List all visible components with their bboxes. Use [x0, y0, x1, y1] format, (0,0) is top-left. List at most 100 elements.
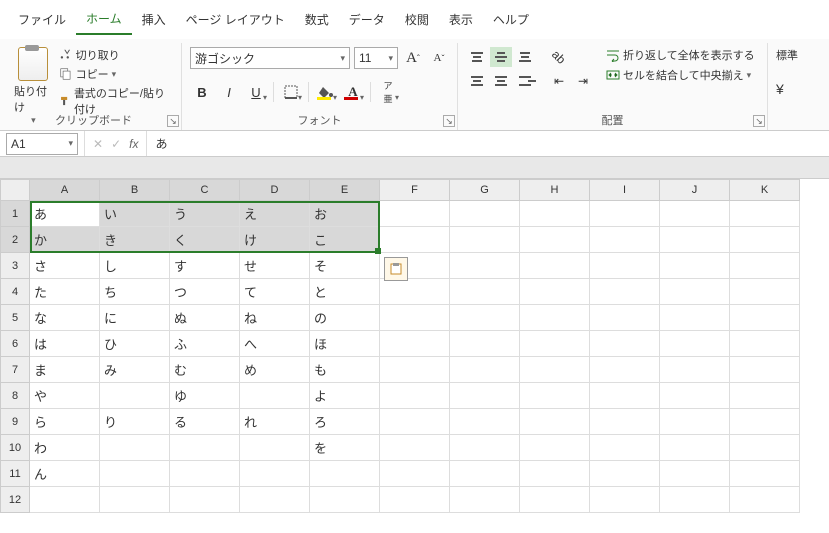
column-header-K[interactable]: K: [730, 179, 800, 201]
menu-item-home[interactable]: ホーム: [76, 4, 132, 35]
align-left-button[interactable]: [466, 71, 488, 91]
cell[interactable]: き: [100, 227, 170, 253]
cell[interactable]: [660, 409, 730, 435]
cell[interactable]: [730, 435, 800, 461]
cell[interactable]: [590, 409, 660, 435]
column-header-A[interactable]: A: [30, 179, 100, 201]
cell[interactable]: [240, 435, 310, 461]
cell[interactable]: [660, 305, 730, 331]
cell[interactable]: み: [100, 357, 170, 383]
cell[interactable]: [450, 253, 520, 279]
cell[interactable]: [380, 409, 450, 435]
cell[interactable]: ま: [30, 357, 100, 383]
align-middle-button[interactable]: [490, 47, 512, 67]
row-header-12[interactable]: 12: [0, 487, 30, 513]
cell[interactable]: [660, 435, 730, 461]
cell[interactable]: な: [30, 305, 100, 331]
phonetic-button[interactable]: ア亜: [376, 81, 400, 103]
cell[interactable]: [380, 305, 450, 331]
name-box[interactable]: A1 ▾: [6, 133, 78, 155]
row-header-4[interactable]: 4: [0, 279, 30, 305]
cell[interactable]: ろ: [310, 409, 380, 435]
cell[interactable]: [380, 461, 450, 487]
row-header-3[interactable]: 3: [0, 253, 30, 279]
cell[interactable]: [380, 357, 450, 383]
cell[interactable]: [730, 461, 800, 487]
cell[interactable]: [520, 305, 590, 331]
menu-item-help[interactable]: ヘルプ: [483, 5, 539, 34]
cell[interactable]: [730, 227, 800, 253]
cell[interactable]: [730, 487, 800, 513]
cell[interactable]: [590, 253, 660, 279]
cell[interactable]: [450, 201, 520, 227]
cell[interactable]: す: [170, 253, 240, 279]
cell[interactable]: [170, 487, 240, 513]
cell[interactable]: [450, 357, 520, 383]
cell[interactable]: [240, 383, 310, 409]
cell[interactable]: [450, 305, 520, 331]
row-header-10[interactable]: 10: [0, 435, 30, 461]
cell[interactable]: ゆ: [170, 383, 240, 409]
align-bottom-button[interactable]: [514, 47, 536, 67]
cell[interactable]: け: [240, 227, 310, 253]
align-top-button[interactable]: [466, 47, 488, 67]
cell[interactable]: [450, 331, 520, 357]
cell[interactable]: ほ: [310, 331, 380, 357]
cell[interactable]: [520, 383, 590, 409]
menu-item-page-layout[interactable]: ページ レイアウト: [176, 5, 295, 34]
column-header-F[interactable]: F: [380, 179, 450, 201]
cell[interactable]: [730, 409, 800, 435]
align-center-button[interactable]: [490, 71, 512, 91]
cell[interactable]: [730, 279, 800, 305]
cell[interactable]: [730, 305, 800, 331]
cell[interactable]: [660, 331, 730, 357]
cell[interactable]: [590, 279, 660, 305]
cell[interactable]: [660, 279, 730, 305]
cell[interactable]: [520, 461, 590, 487]
cell[interactable]: [310, 487, 380, 513]
cell[interactable]: [520, 201, 590, 227]
cell[interactable]: さ: [30, 253, 100, 279]
cell[interactable]: も: [310, 357, 380, 383]
cell[interactable]: [590, 461, 660, 487]
row-header-9[interactable]: 9: [0, 409, 30, 435]
cell[interactable]: の: [310, 305, 380, 331]
row-header-11[interactable]: 11: [0, 461, 30, 487]
cell[interactable]: ん: [30, 461, 100, 487]
cell[interactable]: [520, 279, 590, 305]
cell[interactable]: [660, 201, 730, 227]
row-header-7[interactable]: 7: [0, 357, 30, 383]
cell[interactable]: [450, 227, 520, 253]
cell[interactable]: ぬ: [170, 305, 240, 331]
cell[interactable]: え: [240, 201, 310, 227]
menu-item-formulas[interactable]: 数式: [295, 5, 339, 34]
paste-options-button[interactable]: [384, 257, 408, 281]
column-header-B[interactable]: B: [100, 179, 170, 201]
copy-button[interactable]: コピー ▾: [59, 66, 173, 82]
cell[interactable]: [520, 357, 590, 383]
alignment-dialog-launcher[interactable]: ↘: [753, 115, 765, 127]
cell[interactable]: [730, 201, 800, 227]
row-header-8[interactable]: 8: [0, 383, 30, 409]
cell[interactable]: [660, 253, 730, 279]
cell[interactable]: う: [170, 201, 240, 227]
cell[interactable]: [380, 201, 450, 227]
column-header-H[interactable]: H: [520, 179, 590, 201]
menu-item-file[interactable]: ファイル: [8, 5, 76, 34]
cell[interactable]: [170, 435, 240, 461]
cell[interactable]: [380, 435, 450, 461]
cell[interactable]: せ: [240, 253, 310, 279]
cell[interactable]: [380, 487, 450, 513]
cell[interactable]: [520, 409, 590, 435]
cell[interactable]: [450, 487, 520, 513]
cell[interactable]: [380, 227, 450, 253]
cell[interactable]: [100, 435, 170, 461]
cell[interactable]: [660, 227, 730, 253]
font-dialog-launcher[interactable]: ↘: [443, 115, 455, 127]
cell[interactable]: [240, 461, 310, 487]
cell[interactable]: や: [30, 383, 100, 409]
cell[interactable]: く: [170, 227, 240, 253]
cell[interactable]: [660, 461, 730, 487]
cell[interactable]: ふ: [170, 331, 240, 357]
cell[interactable]: む: [170, 357, 240, 383]
